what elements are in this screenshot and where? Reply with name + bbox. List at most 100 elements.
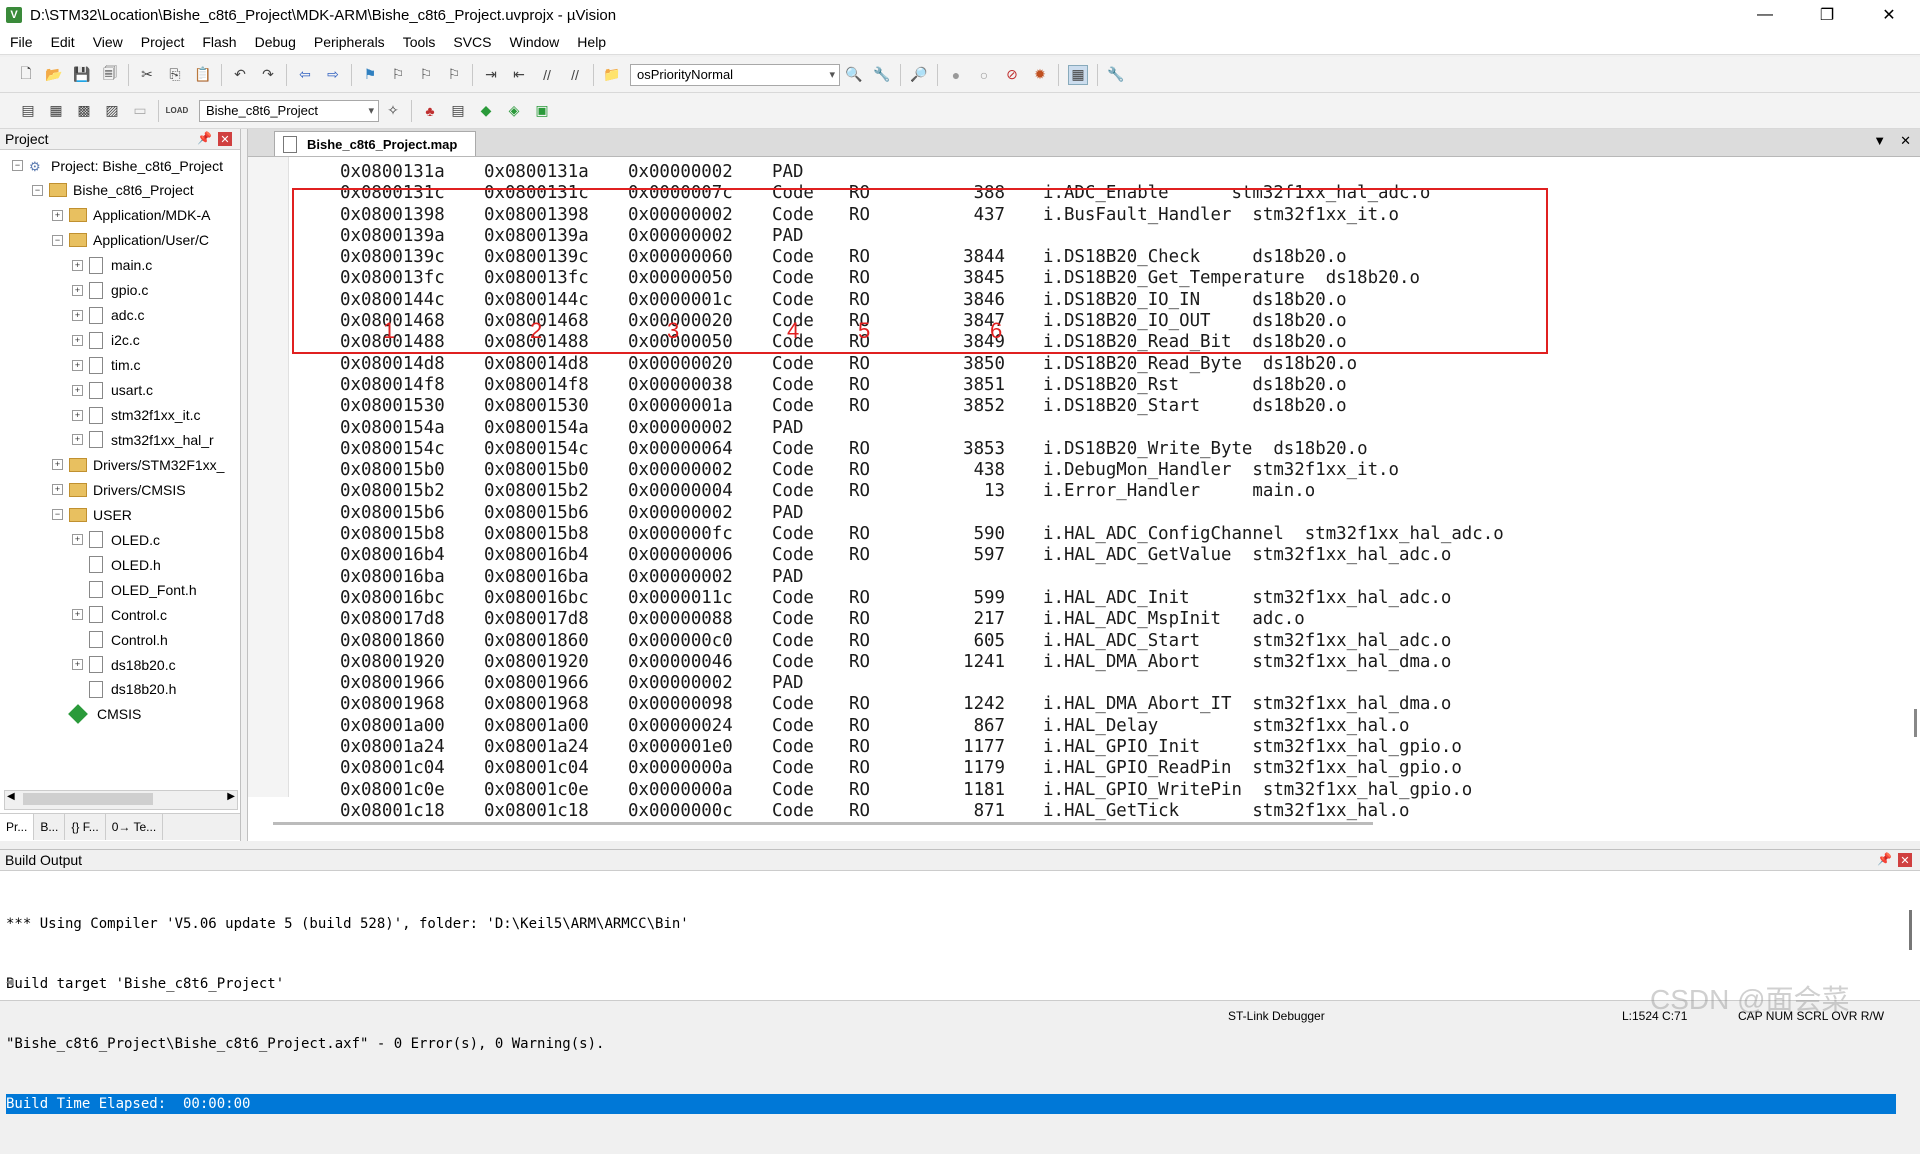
unindent-icon[interactable]: ⇤ — [510, 66, 528, 84]
pack-installer-icon[interactable]: ◈ — [505, 102, 523, 120]
kill-breakpoints-icon[interactable]: ⊘ — [1003, 66, 1021, 84]
run-time-env-icon[interactable]: ◆ — [477, 102, 495, 120]
expand-icon[interactable]: + — [72, 334, 83, 346]
open-file-icon[interactable]: 📂 — [45, 66, 63, 84]
rebuild-icon[interactable]: ▩ — [75, 102, 93, 120]
disable-breakpoint-icon[interactable]: ○ — [975, 66, 993, 84]
undo-icon[interactable]: ↶ — [231, 66, 249, 84]
new-file-icon[interactable]: 🗋 — [17, 65, 35, 84]
editor-vscroll-thumb[interactable] — [1914, 709, 1917, 737]
navigate-forward-icon[interactable]: ⇨ — [324, 66, 342, 84]
breakpoint-icon[interactable]: ● — [947, 66, 965, 84]
copy-icon[interactable]: ⎘ — [166, 66, 184, 84]
tree-item-file[interactable]: + stm32f1xx_it.c — [72, 403, 200, 428]
save-all-icon[interactable]: 🗐 — [101, 65, 119, 84]
menu-peripherals[interactable]: Peripherals — [305, 34, 394, 50]
tree-item-file[interactable]: + main.c — [72, 253, 152, 278]
scroll-left-icon[interactable]: ◀ — [6, 977, 14, 988]
save-icon[interactable]: 💾 — [73, 66, 91, 84]
scroll-right-icon[interactable]: ▶ — [227, 791, 235, 802]
close-panel-icon[interactable]: ✕ — [218, 132, 232, 146]
expand-icon[interactable]: + — [52, 209, 63, 221]
build-icon[interactable]: ▦ — [47, 102, 65, 120]
expand-icon[interactable]: + — [72, 259, 83, 271]
build-vscroll-thumb[interactable] — [1909, 910, 1912, 950]
menu-edit[interactable]: Edit — [42, 34, 84, 50]
tree-item-file[interactable]: OLED.h — [72, 552, 161, 577]
menu-file[interactable]: File — [0, 34, 42, 50]
tree-item-folder[interactable]: − USER — [52, 502, 132, 527]
priority-combo[interactable]: osPriorityNormal ▾ — [630, 63, 840, 86]
close-tab-icon[interactable]: ✕ — [1900, 133, 1911, 149]
expand-icon[interactable]: + — [72, 534, 83, 546]
tab-list-dropdown-icon[interactable]: ▼ — [1873, 133, 1886, 149]
configure-icon[interactable]: ✹ — [1031, 66, 1049, 84]
find-icon[interactable]: 🔍 — [845, 66, 863, 84]
comment-icon[interactable]: // — [538, 66, 556, 84]
scroll-thumb[interactable] — [23, 793, 153, 805]
prev-bookmark-icon[interactable]: ⚐ — [389, 66, 407, 84]
minimize-button[interactable]: — — [1734, 0, 1796, 30]
tree-item-file[interactable]: + gpio.c — [72, 278, 148, 303]
pack-update-icon[interactable]: ▣ — [533, 102, 551, 120]
tree-item-file[interactable]: + stm32f1xx_hal_r — [72, 427, 214, 452]
tree-item-file[interactable]: ds18b20.h — [72, 677, 176, 702]
tab-project[interactable]: Pr... — [0, 814, 35, 840]
tab-books[interactable]: B... — [34, 814, 66, 840]
next-bookmark-icon[interactable]: ⚐ — [417, 66, 435, 84]
paste-icon[interactable]: 📋 — [194, 66, 212, 84]
tree-item-file[interactable]: + Control.c — [72, 602, 167, 627]
expand-icon[interactable]: + — [52, 484, 63, 496]
menu-view[interactable]: View — [84, 34, 132, 50]
tree-item-file[interactable]: + usart.c — [72, 378, 153, 403]
download-load-icon[interactable]: LOAD — [166, 102, 189, 120]
translate-icon[interactable]: ▤ — [19, 102, 37, 120]
tree-item-folder[interactable]: + Application/MDK-A — [52, 203, 211, 228]
window-layout-icon[interactable]: ▦ — [1068, 64, 1088, 85]
tree-item-cmsis[interactable]: CMSIS — [52, 702, 141, 727]
uncomment-icon[interactable]: // — [566, 66, 584, 84]
pin-icon[interactable]: 📌 — [1877, 852, 1892, 866]
menu-help[interactable]: Help — [568, 34, 615, 50]
target-combo[interactable]: Bishe_c8t6_Project ▾ — [199, 99, 379, 122]
close-window-button[interactable]: ✕ — [1858, 0, 1920, 30]
menu-project[interactable]: Project — [132, 34, 194, 50]
incremental-find-icon[interactable]: 🔧 — [873, 66, 891, 84]
expand-icon[interactable]: + — [72, 434, 83, 446]
collapse-icon[interactable]: − — [32, 184, 43, 196]
menu-svcs[interactable]: SVCS — [444, 34, 500, 50]
menu-debug[interactable]: Debug — [246, 34, 305, 50]
bookmark-icon[interactable]: ⚑ — [361, 66, 379, 84]
menu-window[interactable]: Window — [501, 34, 569, 50]
tree-item-project[interactable]: − ⚙ Project: Bishe_c8t6_Project — [12, 153, 223, 178]
project-hscrollbar[interactable]: ◀ ▶ — [4, 790, 238, 810]
menu-flash[interactable]: Flash — [193, 34, 245, 50]
tree-item-file[interactable]: + adc.c — [72, 303, 144, 328]
tab-functions[interactable]: {} F... — [65, 814, 106, 840]
tree-item-folder[interactable]: + Drivers/STM32F1xx_ — [52, 452, 224, 477]
tab-templates[interactable]: 0→ Te... — [106, 814, 164, 840]
collapse-icon[interactable]: − — [52, 234, 63, 246]
target-options-icon[interactable]: ✧ — [384, 102, 402, 120]
expand-icon[interactable]: + — [72, 609, 83, 621]
tree-item-file[interactable]: + ds18b20.c — [72, 652, 176, 677]
find-in-files-icon[interactable]: 📁 — [603, 66, 621, 84]
expand-icon[interactable]: + — [72, 359, 83, 371]
debug-session-icon[interactable]: 🔎 — [910, 66, 928, 84]
options-wrench-icon[interactable]: 🔧 — [1107, 66, 1125, 84]
expand-icon[interactable]: + — [72, 284, 83, 296]
collapse-icon[interactable]: − — [12, 160, 23, 171]
stop-build-icon[interactable]: ▭ — [131, 102, 149, 120]
collapse-icon[interactable]: − — [52, 509, 63, 521]
menu-tools[interactable]: Tools — [394, 34, 445, 50]
tree-item-folder[interactable]: − Application/User/C — [52, 228, 209, 253]
navigate-back-icon[interactable]: ⇦ — [296, 66, 314, 84]
expand-icon[interactable]: + — [72, 384, 83, 396]
manage-books-icon[interactable]: ▤ — [449, 102, 467, 120]
expand-icon[interactable]: + — [72, 409, 83, 421]
scroll-left-icon[interactable]: ◀ — [7, 791, 15, 802]
tree-item-file[interactable]: + OLED.c — [72, 527, 160, 552]
restore-button[interactable]: ❐ — [1796, 0, 1858, 30]
expand-icon[interactable]: + — [72, 309, 83, 321]
expand-icon[interactable]: + — [52, 459, 63, 471]
